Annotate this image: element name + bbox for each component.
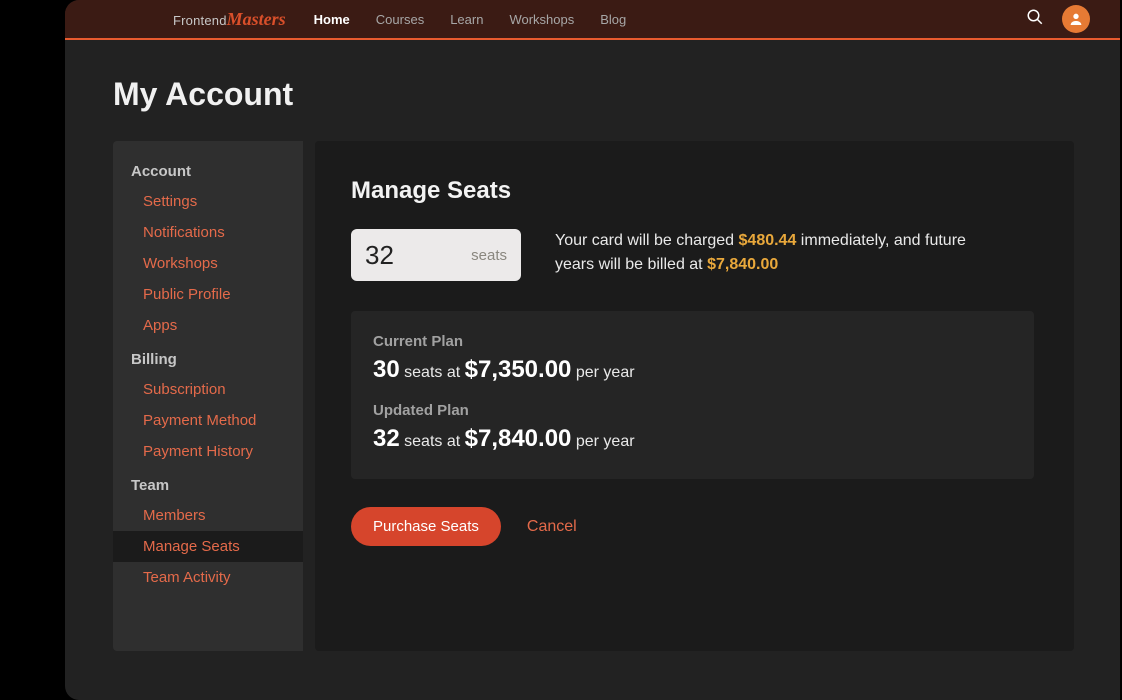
seat-input-wrap: seats	[351, 229, 521, 281]
cancel-button[interactable]: Cancel	[527, 518, 577, 536]
content-row: Account Settings Notifications Workshops…	[113, 141, 1120, 651]
sidebar-item-workshops[interactable]: Workshops	[113, 248, 303, 279]
nav-courses[interactable]: Courses	[376, 12, 424, 27]
updated-plan-conj: seats at	[400, 433, 465, 450]
sidebar-item-subscription[interactable]: Subscription	[113, 374, 303, 405]
sidebar-item-manage-seats[interactable]: Manage Seats	[113, 531, 303, 562]
brand-part2: Masters	[227, 9, 286, 30]
current-plan-line: 30 seats at $7,350.00 per year	[373, 356, 1012, 384]
brand-logo[interactable]: Frontend Masters	[173, 9, 286, 30]
purchase-seats-button[interactable]: Purchase Seats	[351, 507, 501, 546]
sidebar-section-team: Team	[113, 467, 303, 500]
updated-plan-period: per year	[571, 433, 634, 450]
plan-box: Current Plan 30 seats at $7,350.00 per y…	[351, 311, 1034, 479]
sidebar-item-notifications[interactable]: Notifications	[113, 217, 303, 248]
nav-blog[interactable]: Blog	[600, 12, 626, 27]
current-plan-seats: 30	[373, 356, 400, 383]
current-plan-price: $7,350.00	[465, 356, 572, 383]
sidebar-item-members[interactable]: Members	[113, 500, 303, 531]
sidebar-section-account: Account	[113, 153, 303, 186]
main-panel: Manage Seats seats Your card will be cha…	[315, 141, 1074, 651]
updated-plan-price: $7,840.00	[465, 425, 572, 452]
seat-count-input[interactable]	[365, 240, 429, 271]
action-row: Purchase Seats Cancel	[351, 507, 1034, 546]
charge-prefix: Your card will be charged	[555, 232, 739, 249]
avatar[interactable]	[1062, 5, 1090, 33]
sidebar-section-billing: Billing	[113, 341, 303, 374]
sidebar-item-apps[interactable]: Apps	[113, 310, 303, 341]
updated-plan-seats: 32	[373, 425, 400, 452]
charge-immediate-amount: $480.44	[739, 232, 797, 249]
current-plan-period: per year	[571, 364, 634, 381]
manage-seats-heading: Manage Seats	[351, 177, 1034, 205]
account-sidebar: Account Settings Notifications Workshops…	[113, 141, 303, 651]
current-plan-conj: seats at	[400, 364, 465, 381]
nav-learn[interactable]: Learn	[450, 12, 483, 27]
topbar-right	[1026, 5, 1090, 33]
charge-annual-amount: $7,840.00	[707, 256, 778, 273]
current-plan-label: Current Plan	[373, 333, 1012, 350]
brand-part1: Frontend	[173, 13, 227, 28]
main-nav: Home Courses Learn Workshops Blog	[314, 12, 627, 27]
sidebar-item-team-activity[interactable]: Team Activity	[113, 562, 303, 593]
app-window: Frontend Masters Home Courses Learn Work…	[65, 0, 1120, 700]
updated-plan-label: Updated Plan	[373, 402, 1012, 419]
nav-home[interactable]: Home	[314, 12, 350, 27]
updated-plan-line: 32 seats at $7,840.00 per year	[373, 425, 1012, 453]
sidebar-item-payment-history[interactable]: Payment History	[113, 436, 303, 467]
sidebar-item-settings[interactable]: Settings	[113, 186, 303, 217]
page-title: My Account	[113, 76, 1120, 113]
topbar: Frontend Masters Home Courses Learn Work…	[65, 0, 1120, 40]
page: My Account Account Settings Notification…	[65, 40, 1120, 651]
sidebar-item-public-profile[interactable]: Public Profile	[113, 279, 303, 310]
charge-text: Your card will be charged $480.44 immedi…	[555, 229, 975, 277]
seat-suffix: seats	[471, 247, 507, 264]
search-icon[interactable]	[1026, 8, 1044, 31]
seat-row: seats Your card will be charged $480.44 …	[351, 229, 1034, 281]
nav-workshops[interactable]: Workshops	[509, 12, 574, 27]
sidebar-item-payment-method[interactable]: Payment Method	[113, 405, 303, 436]
